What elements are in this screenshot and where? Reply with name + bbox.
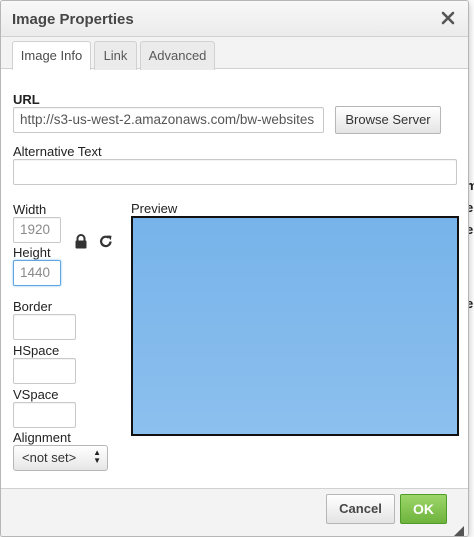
resize-grip-icon[interactable]	[454, 524, 464, 536]
alt-text-input[interactable]	[13, 159, 457, 185]
border-label: Border	[13, 299, 53, 314]
alignment-selected-value: <not set>	[22, 450, 77, 465]
tab-advanced[interactable]: Advanced	[140, 41, 215, 70]
height-label: Height	[13, 245, 51, 260]
url-input[interactable]: http://s3-us-west-2.amazonaws.com/bw-web…	[13, 107, 324, 133]
tab-bar: Image Info Link Advanced	[1, 37, 468, 70]
hspace-input[interactable]	[13, 358, 76, 384]
alt-text-label: Alternative Text	[13, 144, 102, 159]
dialog-titlebar: Image Properties	[1, 1, 468, 37]
preview-label: Preview	[131, 201, 178, 216]
dialog-footer: Cancel OK	[1, 488, 468, 536]
width-label: Width	[13, 202, 47, 217]
url-label: URL	[13, 92, 40, 107]
browse-server-button[interactable]: Browse Server	[335, 106, 441, 134]
cancel-button[interactable]: Cancel	[326, 494, 395, 524]
alignment-select[interactable]: <not set> ▲ ▼	[13, 445, 108, 471]
hspace-label: HSpace	[13, 343, 60, 358]
tab-link[interactable]: Link	[94, 41, 137, 70]
border-input[interactable]	[13, 314, 76, 340]
ok-button[interactable]: OK	[400, 494, 447, 524]
width-input[interactable]: 1920	[13, 217, 61, 243]
image-properties-dialog: Image Properties Image Info Link Advance…	[0, 0, 469, 537]
vspace-label: VSpace	[13, 387, 59, 402]
close-icon[interactable]	[439, 9, 457, 27]
image-preview	[131, 216, 459, 436]
alignment-label: Alignment	[13, 430, 71, 445]
tab-panel-image-info: URL http://s3-us-west-2.amazonaws.com/bw…	[1, 70, 468, 488]
tab-image-info[interactable]: Image Info	[12, 41, 91, 70]
select-arrows-icon: ▲ ▼	[93, 448, 101, 465]
lock-icon[interactable]	[74, 234, 88, 252]
dialog-title: Image Properties	[12, 11, 134, 28]
height-input[interactable]: 1440	[13, 260, 61, 286]
vspace-input[interactable]	[13, 402, 76, 428]
reset-size-icon[interactable]	[99, 234, 113, 252]
